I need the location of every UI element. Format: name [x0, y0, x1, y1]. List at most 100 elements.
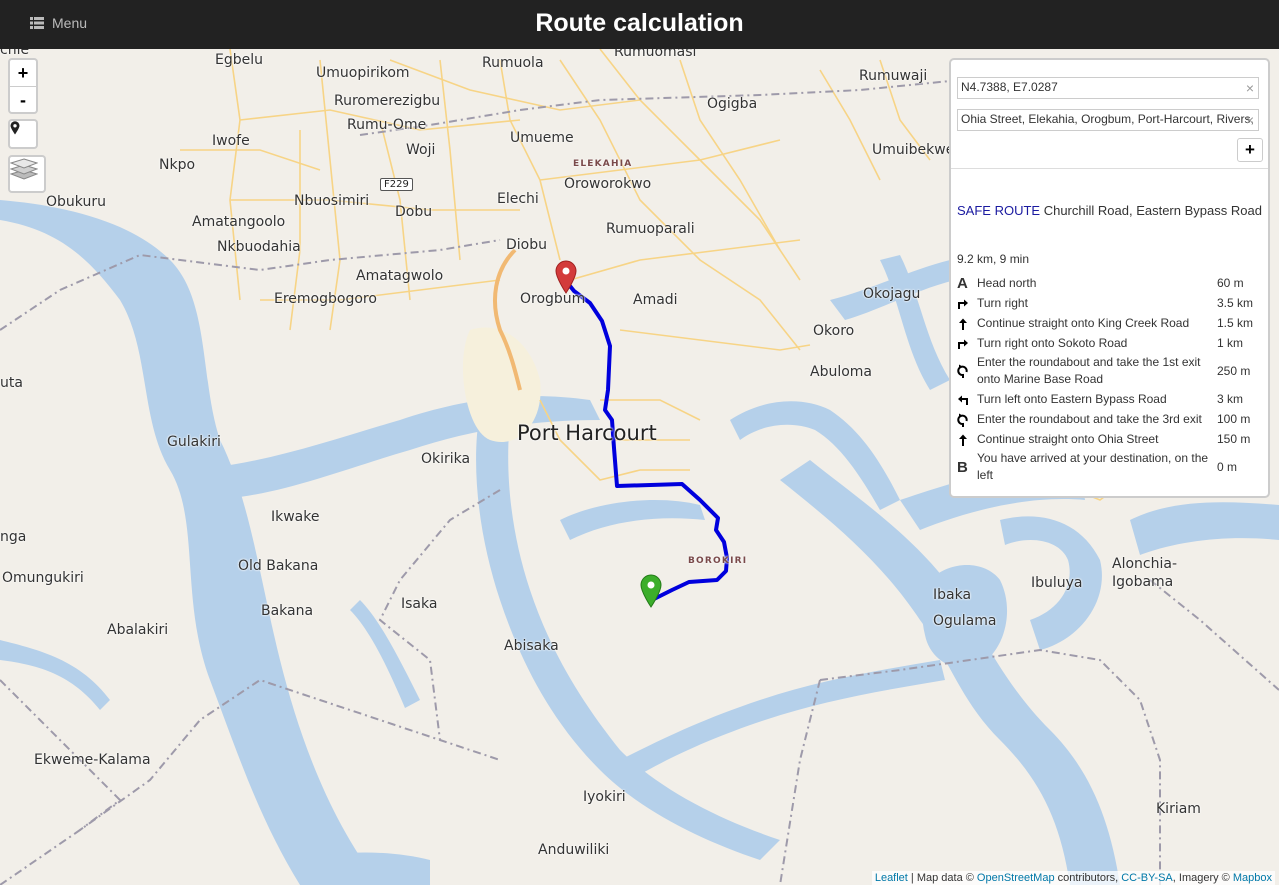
instruction-row[interactable]: Turn left onto Eastern Bypass Road 3 km	[957, 391, 1263, 408]
road-shield: F229	[380, 178, 413, 191]
place-label: Old Bakana	[238, 558, 319, 574]
zoom-out-button[interactable]: -	[10, 87, 36, 113]
instruction-distance: 1.5 km	[1217, 316, 1254, 330]
instruction-distance: 250 m	[1217, 363, 1251, 378]
place-label: Ruromerezigbu	[334, 93, 441, 109]
place-label: Elechi	[497, 191, 539, 207]
instruction-text: You have arrived at your destination, on…	[977, 451, 1209, 482]
layers-button[interactable]	[8, 155, 46, 193]
place-label: Bakana	[261, 603, 314, 619]
attribution-text: contributors,	[1054, 872, 1122, 884]
top-navbar: Menu Route calculation	[0, 0, 1279, 49]
instruction-text: Head north	[977, 276, 1037, 290]
place-label: Iwofe	[212, 133, 250, 149]
district-label: BOROKIRI	[688, 556, 748, 566]
instruction-row[interactable]: A Head north 60 m	[957, 275, 1263, 292]
place-label: Umueme	[510, 130, 574, 146]
place-label: Rumuoparali	[606, 221, 695, 237]
end-waypoint-input[interactable]: Ohia Street, Elekahia, Orogbum, Port-Har…	[957, 109, 1259, 131]
add-waypoint-button[interactable]: +	[1237, 138, 1263, 162]
attribution-text: | Map data ©	[907, 872, 977, 884]
license-link[interactable]: CC-BY-SA	[1121, 872, 1173, 884]
place-label: Ogulama	[933, 613, 997, 629]
instruction-text: Turn right	[977, 296, 1028, 310]
instruction-distance: 1 km	[1217, 336, 1244, 350]
instruction-row[interactable]: Turn right onto Sokoto Road 1 km	[957, 335, 1263, 352]
start-waypoint-value: N4.7388, E7.0287	[961, 80, 1058, 94]
locate-button[interactable]	[8, 119, 38, 149]
instruction-text: Enter the roundabout and take the 3rd ex…	[977, 412, 1202, 426]
place-label: Anduwiliki	[538, 842, 610, 858]
instruction-row[interactable]: Continue straight onto King Creek Road 1.…	[957, 315, 1263, 332]
place-label: Oroworokwo	[564, 176, 652, 192]
osm-link[interactable]: OpenStreetMap	[977, 872, 1055, 884]
leaflet-link[interactable]: Leaflet	[875, 872, 908, 884]
instruction-distance: 100 m	[1217, 412, 1251, 426]
route-name: SAFE ROUTE Churchill Road, Eastern Bypas…	[957, 203, 1265, 218]
straight-icon	[957, 318, 977, 330]
district-label: ELEKAHIA	[573, 159, 633, 169]
roundabout-icon	[957, 413, 977, 427]
place-label: Rumuola	[482, 55, 544, 71]
route-type-label: SAFE ROUTE	[957, 203, 1041, 218]
place-label: Ibuluya	[1031, 575, 1083, 591]
place-label: Okirika	[421, 451, 471, 467]
place-label: Umuopirikom	[316, 65, 410, 81]
instruction-distance: 0 m	[1217, 459, 1238, 474]
place-label: uta	[0, 375, 23, 391]
panel-divider	[951, 168, 1268, 169]
instruction-distance: 150 m	[1217, 432, 1251, 446]
route-via: Churchill Road, Eastern Bypass Road	[1043, 203, 1262, 218]
zoom-control: + -	[8, 58, 38, 114]
place-label: Amadi	[633, 292, 678, 308]
routing-panel: N4.7388, E7.0287 × Ohia Street, Elekahia…	[949, 58, 1270, 498]
instruction-row[interactable]: Enter the roundabout and take the 3rd ex…	[957, 411, 1263, 428]
zoom-in-button[interactable]: +	[10, 60, 36, 87]
place-label: Obukuru	[46, 194, 106, 210]
place-label: Nbuosimiri	[294, 193, 370, 209]
destination-marker-icon[interactable]	[555, 260, 577, 294]
place-label: Eremogbogoro	[274, 291, 377, 307]
turn-left-icon	[957, 394, 977, 406]
place-label: Nkbuodahia	[217, 239, 301, 255]
straight-icon	[957, 434, 977, 446]
place-label: Kiriam	[1156, 801, 1201, 817]
arrive-icon: B	[957, 459, 977, 476]
instruction-row[interactable]: Continue straight onto Ohia Street 150 m	[957, 431, 1263, 448]
place-label: nga	[0, 529, 27, 545]
waypoint-letter: A	[957, 275, 968, 292]
instruction-row[interactable]: B You have arrived at your destination, o…	[957, 450, 1263, 484]
place-label: Ekweme-Kalama	[34, 752, 151, 768]
place-label: Ikwake	[271, 509, 320, 525]
turn-right-icon	[957, 338, 977, 350]
place-label: Gulakiri	[167, 434, 221, 450]
place-label: Abuloma	[810, 364, 873, 380]
place-label: Umuibekwe	[872, 142, 955, 158]
place-label: Rumuwaji	[859, 68, 928, 84]
instruction-row[interactable]: Enter the roundabout and take the 1st ex…	[957, 354, 1263, 388]
attribution-text: , Imagery ©	[1172, 872, 1233, 884]
instruction-distance: 3 km	[1217, 392, 1244, 406]
start-marker-icon[interactable]	[640, 574, 662, 608]
map-attribution: Leaflet | Map data © OpenStreetMap contr…	[871, 871, 1275, 885]
instruction-text: Turn right onto Sokoto Road	[977, 336, 1128, 350]
place-label: Abalakiri	[107, 622, 169, 638]
start-waypoint-input[interactable]: N4.7388, E7.0287 ×	[957, 77, 1259, 99]
place-label: Ogigba	[707, 96, 758, 112]
clear-end-icon[interactable]: ×	[1246, 112, 1254, 128]
place-label: Ibaka	[933, 587, 972, 603]
place-label: Iyokiri	[583, 789, 626, 805]
place-label: Rumuomasi	[614, 49, 697, 60]
map-pin-icon	[10, 121, 20, 135]
place-label: Rumu-Ome	[347, 117, 427, 133]
clear-start-icon[interactable]: ×	[1246, 80, 1254, 96]
place-label: Dobu	[395, 204, 433, 220]
depart-icon: A	[957, 275, 977, 292]
instruction-distance: 60 m	[1217, 276, 1244, 290]
place-label: Woji	[406, 142, 436, 158]
mapbox-link[interactable]: Mapbox	[1233, 872, 1272, 884]
instruction-row[interactable]: Turn right 3.5 km	[957, 295, 1263, 312]
instruction-text: Continue straight onto King Creek Road	[977, 316, 1190, 330]
place-label: Okoro	[813, 323, 855, 339]
place-label: Amatagwolo	[356, 268, 444, 284]
